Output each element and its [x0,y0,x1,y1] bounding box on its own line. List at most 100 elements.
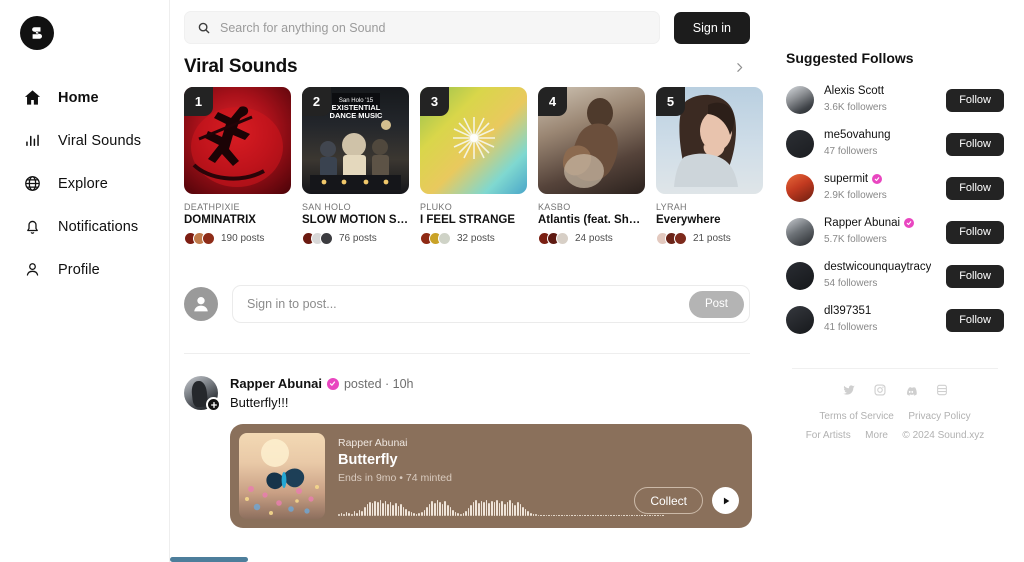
bar-chart-icon [22,131,42,151]
sidebar-item-notifications[interactable]: Notifications [0,205,169,248]
verified-badge-icon [904,218,915,228]
viral-card-meta: 21 posts [656,232,763,245]
viral-card-meta: 32 posts [420,232,527,245]
viral-card-artwork[interactable]: 3 [420,87,527,194]
follow-button[interactable]: Follow [946,132,1004,156]
viral-card-title: DOMINATRIX [184,214,256,226]
follow-button[interactable]: Follow [946,308,1004,332]
more-link[interactable]: More [865,430,888,441]
suggested-follow-row: dl397351 41 followers Follow [786,298,1004,342]
play-icon[interactable] [712,487,739,514]
search-input[interactable] [220,20,647,35]
viral-card-title: Everywhere [656,214,721,226]
terms-link[interactable]: Terms of Service [819,411,893,422]
center-content: Viral Sounds 1 DEATHPIXIE DOMINATRIX 190… [170,53,770,528]
follow-button[interactable]: Follow [946,220,1004,244]
feed-post-meta: Rapper Abunai posted · 10h [230,376,750,391]
brand-logo[interactable] [20,16,54,50]
track-title: Butterfly [338,452,398,468]
track-artist: Rapper Abunai [338,437,408,449]
instagram-icon[interactable] [873,383,887,397]
composer-box[interactable]: Post [232,285,750,323]
sign-in-button[interactable]: Sign in [673,11,750,44]
suggested-follow-followers: 54 followers [824,278,878,289]
footer-links-row-1: Terms of Service Privacy Policy [786,406,1004,425]
feed-divider [184,353,750,354]
verified-badge-icon [872,174,883,184]
footer-links-row-2: For Artists More © 2024 Sound.xyz [786,425,1004,444]
avatar-stack [420,232,451,245]
page-title: Viral Sounds [184,56,298,77]
collect-button[interactable]: Collect [634,487,703,514]
post-button[interactable]: Post [688,290,744,318]
sidebar-item-label: Home [58,89,99,106]
suggested-follow-name-text: Rapper Abunai [824,217,901,229]
sidebar-item-viral-sounds[interactable]: Viral Sounds [0,119,169,162]
twitter-icon[interactable] [842,383,856,397]
audio-track-card[interactable]: Rapper Abunai Butterfly Ends in 9mo • 74… [230,424,752,528]
suggested-follow-name-text: dl397351 [824,305,872,317]
viral-card-artwork[interactable]: 4 [538,87,645,194]
sidebar-item-profile[interactable]: Profile [0,248,169,291]
viral-card-rank: 4 [538,87,567,116]
discord-icon[interactable] [904,383,918,397]
viral-card-posts: 76 posts [339,233,377,244]
viral-sounds-cards: 1 DEATHPIXIE DOMINATRIX 190 posts San Ho… [184,87,763,245]
avatar[interactable] [786,218,814,246]
viral-card[interactable]: 4 KASBO Atlantis (feat. Shallo… 24 posts [538,87,645,245]
mirror-icon[interactable] [935,383,949,397]
avatar[interactable] [786,174,814,202]
sidebar-item-home[interactable]: Home [0,76,169,119]
follow-button[interactable]: Follow [946,88,1004,112]
search-icon [197,21,211,35]
avatar[interactable] [786,306,814,334]
person-avatar-icon [184,287,218,321]
horizontal-scrollbar[interactable] [170,557,248,562]
suggested-follows-list: Alexis Scott 3.6K followers Follow me5ovahu… [786,78,1004,342]
sidebar-item-label: Profile [58,261,100,278]
track-artwork[interactable] [239,433,325,519]
suggested-follow-info: dl397351 41 followers [824,305,936,335]
viral-card-artwork[interactable]: San Holo '15 EXISTENTIAL DANCE MUSIC 2 [302,87,409,194]
viral-card-artwork[interactable]: 1 [184,87,291,194]
sidebar-item-explore[interactable]: Explore [0,162,169,205]
avatar[interactable] [786,262,814,290]
viral-card[interactable]: San Holo '15 EXISTENTIAL DANCE MUSIC 2 S… [302,87,409,245]
suggested-follow-name[interactable]: Rapper Abunai [824,217,936,229]
avatar[interactable] [786,130,814,158]
viral-card[interactable]: 3 PLUKO I FEEL STRANGE 32 posts [420,87,527,245]
suggested-follow-name[interactable]: me5ovahung [824,129,936,141]
avatar[interactable] [184,376,221,412]
viral-card[interactable]: 5 LYRAH Everywhere 21 posts [656,87,763,245]
viral-card-artwork[interactable]: 5 [656,87,763,194]
suggested-follow-name[interactable]: destwicounquaytracy [824,261,936,273]
search-bar[interactable] [184,11,660,44]
feed-post: Rapper Abunai posted · 10h Butterfly!!! [184,376,752,528]
verified-badge-icon [326,377,339,390]
viral-card-posts: 190 posts [221,233,265,244]
post-author-name[interactable]: Rapper Abunai [230,376,322,391]
nav-list: Home Viral Sounds Explore Notifications … [0,76,169,291]
person-icon [22,260,42,280]
waveform[interactable] [338,494,668,516]
follow-button[interactable]: Follow [946,264,1004,288]
privacy-link[interactable]: Privacy Policy [908,411,970,422]
suggested-follow-followers: 47 followers [824,146,878,157]
suggested-follow-name[interactable]: Alexis Scott [824,85,936,97]
viral-card[interactable]: 1 DEATHPIXIE DOMINATRIX 190 posts [184,87,291,245]
suggested-follow-name[interactable]: supermit [824,173,936,185]
sidebar-item-label: Viral Sounds [58,132,142,149]
footer-links: Terms of Service Privacy Policy For Arti… [786,406,1004,444]
follow-button[interactable]: Follow [946,176,1004,200]
suggested-follow-row: me5ovahung 47 followers Follow [786,122,1004,166]
suggested-follow-row: supermit 2.9K followers Follow [786,166,1004,210]
footer-divider [792,368,998,369]
composer-input[interactable] [247,297,689,311]
for-artists-link[interactable]: For Artists [806,430,851,441]
suggested-follow-name[interactable]: dl397351 [824,305,936,317]
chevron-right-icon[interactable] [728,56,750,78]
copyright: © 2024 Sound.xyz [902,430,985,441]
footer-socials [786,383,1004,397]
viral-card-rank: 2 [302,87,331,116]
avatar[interactable] [786,86,814,114]
